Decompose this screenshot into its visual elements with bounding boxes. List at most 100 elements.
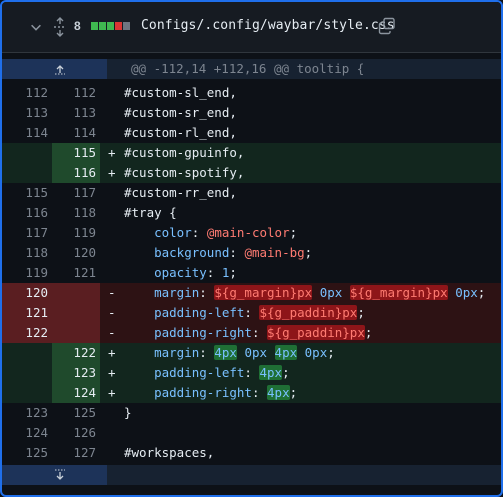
diff-line-context: 119 121 opacity: 1; xyxy=(2,263,501,283)
new-line-number[interactable]: 118 xyxy=(52,203,100,223)
diff-sign xyxy=(100,263,124,283)
old-line-number[interactable]: 123 xyxy=(2,403,52,423)
diff-sign xyxy=(100,123,124,143)
new-line-number[interactable]: 119 xyxy=(52,223,100,243)
file-header: 8 Configs/.config/waybar/style.css xyxy=(2,2,501,53)
old-line-number[interactable]: 124 xyxy=(2,423,52,443)
diff-sign xyxy=(100,103,124,123)
hunk-footer-row xyxy=(2,465,501,485)
diff-line-context: 115 117 #custom-rr_end, xyxy=(2,183,501,203)
diff-sign xyxy=(100,83,124,103)
old-line-number[interactable]: 121 xyxy=(2,303,52,323)
hunk-footer-fill xyxy=(107,465,501,485)
diffstat-block xyxy=(107,22,114,30)
old-line-number[interactable]: 113 xyxy=(2,103,52,123)
new-line-number[interactable]: 127 xyxy=(52,443,100,463)
new-line-number[interactable]: 113 xyxy=(52,103,100,123)
new-line-number[interactable] xyxy=(52,303,100,323)
diff-sign xyxy=(100,403,124,423)
new-line-number[interactable]: 125 xyxy=(52,403,100,423)
old-line-number[interactable]: 117 xyxy=(2,223,52,243)
diffstat-bars xyxy=(91,22,130,30)
diff-line-context: 125 127 #workspaces, xyxy=(2,443,501,463)
diff-line-context: 123 125} xyxy=(2,403,501,423)
diff-sign xyxy=(100,183,124,203)
old-line-number[interactable]: 119 xyxy=(2,263,52,283)
code-text: #custom-rl_end, xyxy=(124,125,237,140)
old-line-number[interactable] xyxy=(2,163,52,183)
diff-line-context: 114 114 #custom-rl_end, xyxy=(2,123,501,143)
code-text: #tray { xyxy=(124,205,177,220)
old-line-number[interactable] xyxy=(2,143,52,163)
diff-line-removed: 120 - margin: ${g_margin}px 0px ${g_margi… xyxy=(2,283,501,303)
diff-sign: + xyxy=(108,145,116,160)
diff-line-removed: 121 - padding-left: ${g_paddin}px; xyxy=(2,303,501,323)
code-text: padding-left: 4px; xyxy=(154,365,290,380)
old-line-number[interactable] xyxy=(2,363,52,383)
new-line-number[interactable]: 123 xyxy=(52,363,100,383)
new-line-number[interactable]: 115 xyxy=(52,143,100,163)
expand-up-icon xyxy=(55,65,65,75)
old-line-number[interactable]: 120 xyxy=(2,283,52,303)
diff-line-context: 118 120 background: @main-bg; xyxy=(2,243,501,263)
diff-sign xyxy=(100,423,124,443)
diff-sign: - xyxy=(108,305,116,320)
new-line-number[interactable]: 117 xyxy=(52,183,100,203)
new-line-number[interactable] xyxy=(52,323,100,343)
new-line-number[interactable]: 112 xyxy=(52,83,100,103)
new-line-number[interactable]: 122 xyxy=(52,343,100,363)
copy-icon[interactable] xyxy=(378,17,396,35)
new-line-number[interactable]: 124 xyxy=(52,383,100,403)
old-line-number[interactable] xyxy=(2,383,52,403)
new-line-number[interactable]: 116 xyxy=(52,163,100,183)
expand-up-button[interactable] xyxy=(2,59,107,79)
diff-sign: - xyxy=(108,285,116,300)
expand-all-icon[interactable] xyxy=(52,17,68,37)
diff-line-context: 116 118 #tray { xyxy=(2,203,501,223)
diff-line-added: 124 + padding-right: 4px; xyxy=(2,383,501,403)
diffstat-block xyxy=(123,22,130,30)
diffstat-block xyxy=(115,22,122,30)
old-line-number[interactable]: 118 xyxy=(2,243,52,263)
code-text: opacity: 1; xyxy=(154,265,237,280)
diff-lines: 112 112 #custom-sl_end, 113 113 #custom-sr_en… xyxy=(2,83,501,463)
expand-down-button[interactable] xyxy=(2,465,107,485)
new-line-number[interactable]: 126 xyxy=(52,423,100,443)
code-text: background: @main-bg; xyxy=(154,245,313,260)
diff-line-added: 115 + #custom-gpuinfo, xyxy=(2,143,501,163)
chevron-down-icon[interactable] xyxy=(29,20,43,34)
new-line-number[interactable]: 121 xyxy=(52,263,100,283)
new-line-number[interactable] xyxy=(52,283,100,303)
diff-line-removed: 122 - padding-right: ${g_paddin}px; xyxy=(2,323,501,343)
diff-line-added: 123 + padding-left: 4px; xyxy=(2,363,501,383)
expand-down-icon xyxy=(55,469,65,480)
diff-file-panel: 8 Configs/.config/waybar/style.css @@ -1… xyxy=(0,0,503,497)
file-path[interactable]: Configs/.config/waybar/style.css xyxy=(141,18,395,33)
diff-sign: + xyxy=(108,345,116,360)
old-line-number[interactable]: 116 xyxy=(2,203,52,223)
diff-sign: + xyxy=(108,165,116,180)
hunk-header-row: @@ -112,14 +112,16 @@ tooltip { xyxy=(2,59,501,79)
diff-sign xyxy=(100,243,124,263)
diff-sign: + xyxy=(108,385,116,400)
diffstat-block xyxy=(99,22,106,30)
diff-line-added: 116 + #custom-spotify, xyxy=(2,163,501,183)
code-text: #custom-rr_end, xyxy=(124,185,237,200)
old-line-number[interactable]: 122 xyxy=(2,323,52,343)
new-line-number[interactable]: 120 xyxy=(52,243,100,263)
code-text: padding-left: ${g_paddin}px; xyxy=(154,305,365,320)
old-line-number[interactable]: 114 xyxy=(2,123,52,143)
old-line-number[interactable]: 125 xyxy=(2,443,52,463)
old-line-number[interactable]: 115 xyxy=(2,183,52,203)
code-text: margin: ${g_margin}px 0px ${g_margin}px … xyxy=(154,285,486,300)
code-text: margin: 4px 0px 4px 0px; xyxy=(154,345,335,360)
code-text: #custom-sr_end, xyxy=(124,105,237,120)
diff-line-context: 112 112 #custom-sl_end, xyxy=(2,83,501,103)
diff-line-context: 124 126 xyxy=(2,423,501,443)
diff-sign xyxy=(100,443,124,463)
new-line-number[interactable]: 114 xyxy=(52,123,100,143)
code-text: } xyxy=(124,405,132,420)
old-line-number[interactable]: 112 xyxy=(2,83,52,103)
old-line-number[interactable] xyxy=(2,343,52,363)
